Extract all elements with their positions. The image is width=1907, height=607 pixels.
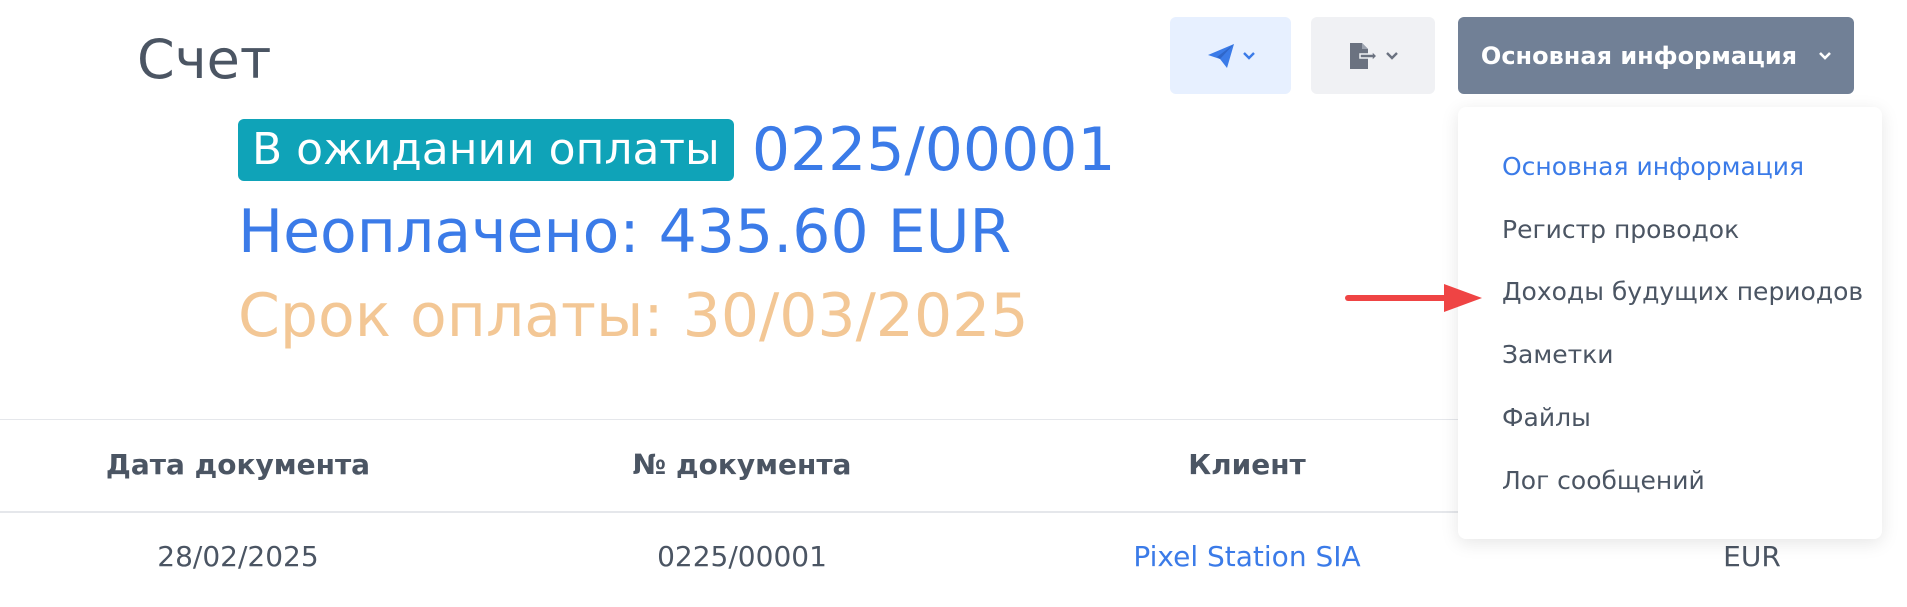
export-button[interactable] <box>1311 17 1435 94</box>
client-link[interactable]: Pixel Station SIA <box>1133 540 1360 573</box>
column-header-client: Клиент <box>1188 448 1306 481</box>
page-title: Счет <box>137 28 272 91</box>
file-export-icon <box>1348 42 1378 70</box>
unpaid-amount: Неоплачено: 435.60 EUR <box>238 197 1012 267</box>
status-row: В ожидании оплаты 0225/00001 <box>238 115 1116 185</box>
table-top-divider <box>0 419 1460 420</box>
menu-item-main-info[interactable]: Основная информация <box>1502 152 1804 181</box>
send-button[interactable] <box>1170 17 1291 94</box>
main-info-dropdown-menu: Основная информация Регистр проводок Дох… <box>1458 107 1882 539</box>
red-arrow-icon <box>1345 284 1482 312</box>
invoice-number: 0225/00001 <box>751 115 1116 185</box>
column-header-document-date: Дата документа <box>105 448 371 481</box>
main-info-button-label: Основная информация <box>1480 41 1798 70</box>
invoice-page: Счет Основная информация В ожидании опла… <box>0 0 1907 607</box>
cell-currency: EUR <box>1723 540 1781 573</box>
menu-item-files[interactable]: Файлы <box>1502 403 1591 432</box>
cell-document-date: 28/02/2025 <box>157 540 319 573</box>
paper-plane-icon <box>1207 43 1235 69</box>
menu-item-notes[interactable]: Заметки <box>1502 340 1614 369</box>
chevron-down-icon <box>1386 51 1398 60</box>
menu-item-message-log[interactable]: Лог сообщений <box>1502 466 1705 495</box>
status-badge: В ожидании оплаты <box>238 119 734 181</box>
column-header-document-number: № документа <box>632 448 852 481</box>
menu-item-deferred-income[interactable]: Доходы будущих периодов <box>1502 277 1863 306</box>
menu-item-posting-register[interactable]: Регистр проводок <box>1502 215 1739 244</box>
table-header-divider <box>0 511 1460 513</box>
chevron-down-icon <box>1242 51 1255 60</box>
main-info-dropdown-button[interactable]: Основная информация <box>1458 17 1854 94</box>
cell-document-number: 0225/00001 <box>657 540 827 573</box>
chevron-down-icon <box>1819 51 1831 60</box>
due-date: Срок оплаты: 30/03/2025 <box>238 281 1029 351</box>
